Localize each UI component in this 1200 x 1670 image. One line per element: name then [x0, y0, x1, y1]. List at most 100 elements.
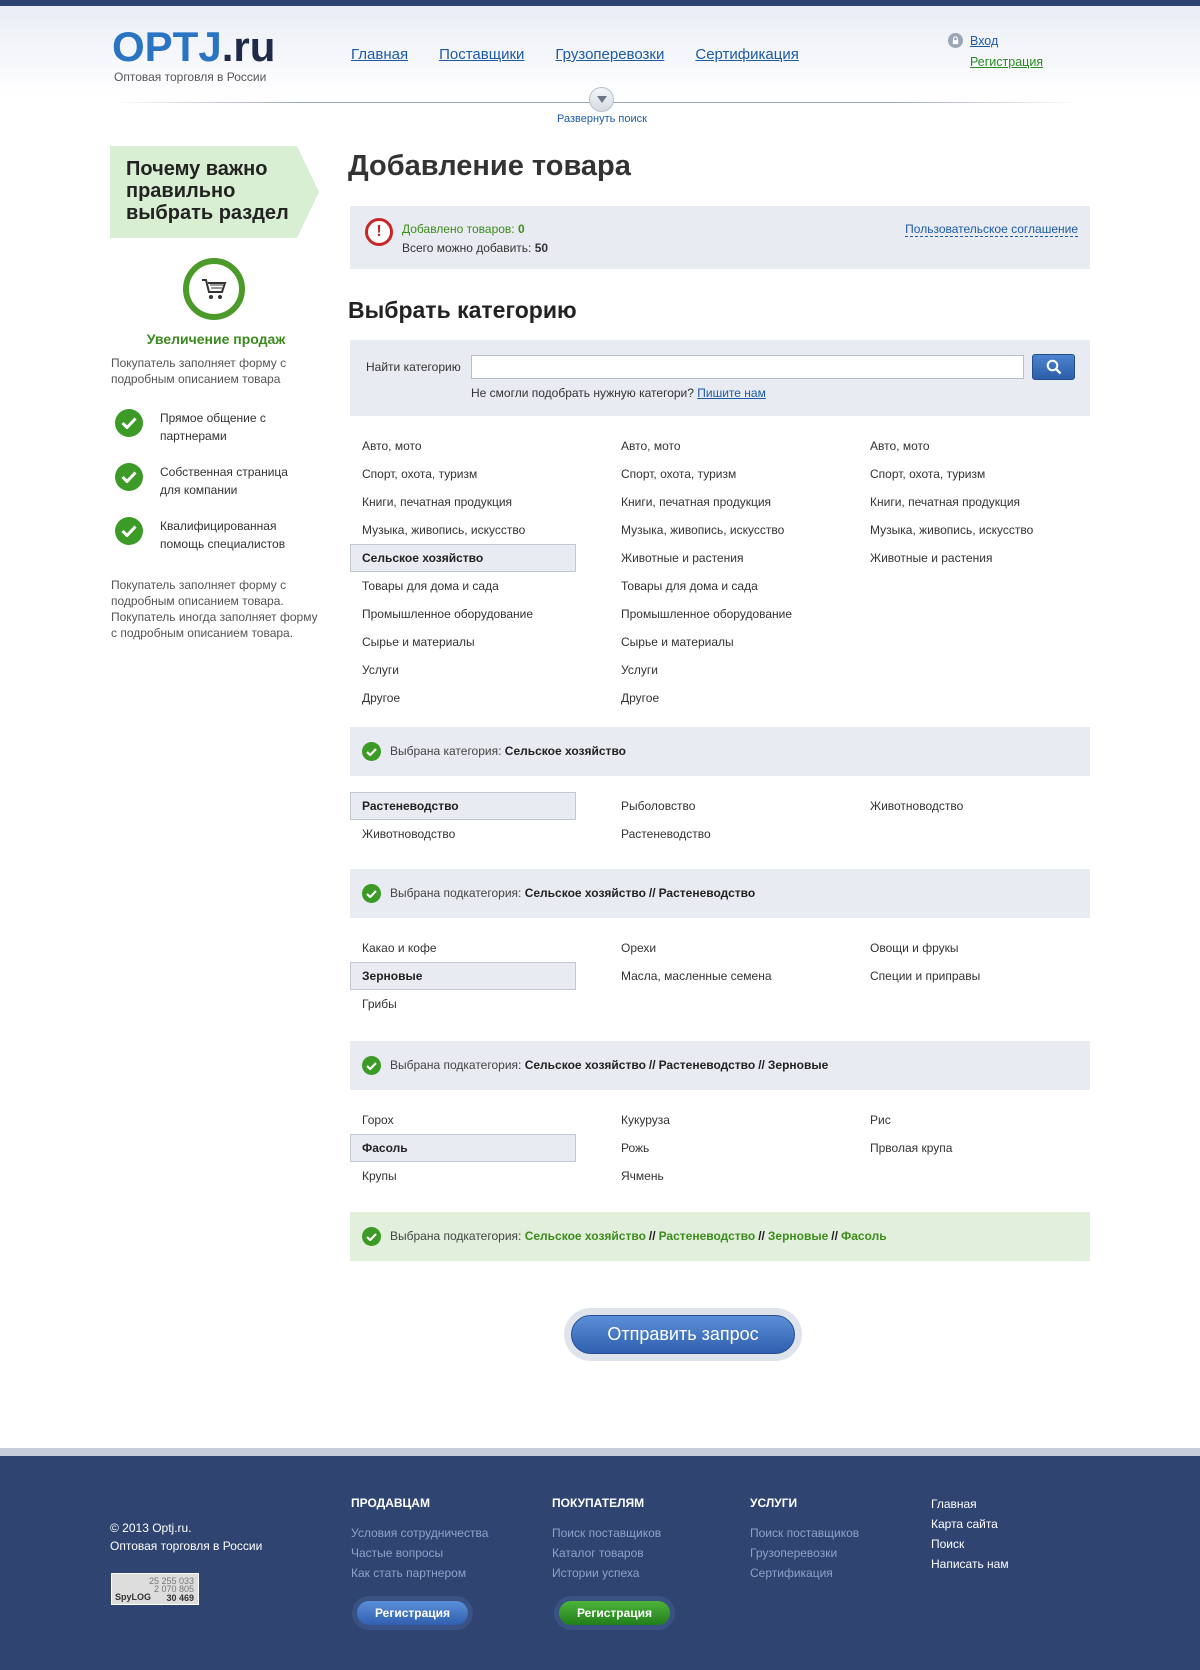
path-segment[interactable]: Растеневодство [659, 1229, 756, 1243]
footer-link[interactable]: Поиск поставщиков [750, 1523, 859, 1543]
category-item[interactable]: Рис [858, 1106, 1084, 1134]
category-item[interactable]: Зерновые [350, 962, 576, 990]
footer-link[interactable]: Каталог товаров [552, 1543, 661, 1563]
footer-link[interactable]: Как стать партнером [351, 1563, 488, 1583]
path-segment[interactable]: Фасоль [841, 1229, 887, 1243]
path-segment[interactable]: Зерновые [768, 1229, 828, 1243]
path-segment[interactable]: Сельское хозяйство [525, 886, 646, 900]
lock-icon [948, 33, 963, 48]
footer-link[interactable]: Частые вопросы [351, 1543, 488, 1563]
search-hint: Не смогли подобрать нужную категори? Пиш… [471, 386, 766, 400]
category-item[interactable]: Фасоль [350, 1134, 576, 1162]
footer-home-link[interactable]: Главная [931, 1494, 1009, 1514]
category-item[interactable]: Авто, мото [609, 432, 835, 460]
category-item[interactable]: Растеневодство [609, 820, 835, 848]
category-item[interactable]: Услуги [609, 656, 835, 684]
visit-counter[interactable]: SpyLOG 25 255 033 2 070 805 30 469 [111, 1573, 199, 1605]
category-item[interactable]: Рожь [609, 1134, 835, 1162]
category-item[interactable]: Книги, печатная продукция [350, 488, 576, 516]
category-item[interactable]: Прволая крупа [858, 1134, 1084, 1162]
subcategory-column-1: Растеневодство Животноводство [350, 792, 576, 848]
category-item[interactable]: Ячмень [609, 1162, 835, 1190]
feature-item: Собственная страница для компании [115, 463, 300, 499]
category-item[interactable]: Промышленное оборудование [350, 600, 576, 628]
chosen-category-bar: Выбрана категория: Сельское хозяйство [350, 727, 1090, 776]
submit-request-button[interactable]: Отправить запрос [571, 1315, 795, 1354]
sales-title: Увеличение продаж [146, 331, 286, 347]
category-item[interactable]: Авто, мото [350, 432, 576, 460]
category-item[interactable]: Грибы [350, 990, 576, 1018]
category-item[interactable]: Овощи и фрукы [858, 934, 1084, 962]
write-us-link[interactable]: Пишите нам [697, 386, 766, 400]
sellers-register-button[interactable]: Регистрация [357, 1601, 468, 1625]
category-item[interactable]: Книги, печатная продукция [609, 488, 835, 516]
feature-item: Прямое общение с партнерами [115, 409, 300, 445]
category-item[interactable]: Кукуруза [609, 1106, 835, 1134]
category-item[interactable]: Музыка, живопись, искусство [350, 516, 576, 544]
search-button[interactable] [1032, 354, 1075, 380]
path-segment[interactable]: Сельское хозяйство [505, 744, 626, 758]
category-item[interactable]: Животные и растения [609, 544, 835, 572]
nav-home[interactable]: Главная [351, 46, 408, 63]
category-item[interactable]: Другое [350, 684, 576, 712]
category-item[interactable]: Музыка, живопись, искусство [858, 516, 1084, 544]
category-item[interactable]: Спорт, охота, туризм [858, 460, 1084, 488]
check-icon [362, 742, 381, 761]
category-item[interactable]: Другое [609, 684, 835, 712]
path-segment[interactable]: Растеневодство [659, 1058, 756, 1072]
category-item[interactable]: Книги, печатная продукция [858, 488, 1084, 516]
category-item[interactable]: Рыболовство [609, 792, 835, 820]
category-item[interactable]: Масла, масленные семена [609, 962, 835, 990]
category-item[interactable]: Музыка, живопись, искусство [609, 516, 835, 544]
category-item[interactable]: Сельское хозяйство [350, 544, 576, 572]
category-item[interactable]: Растеневодство [350, 792, 576, 820]
buyers-register-button[interactable]: Регистрация [559, 1601, 670, 1625]
category-item[interactable]: Авто, мото [858, 432, 1084, 460]
chevron-down-icon [596, 96, 607, 103]
category-item[interactable]: Товары для дома и сада [609, 572, 835, 600]
category-item[interactable]: Какао и кофе [350, 934, 576, 962]
category-item[interactable]: Крупы [350, 1162, 576, 1190]
logo[interactable]: OPTJ.ru Оптовая торговля в России [112, 26, 275, 85]
category-item[interactable]: Специи и приправы [858, 962, 1084, 990]
category-search-input[interactable] [471, 355, 1024, 379]
footer-link[interactable]: Поиск поставщиков [552, 1523, 661, 1543]
footer-link[interactable]: Условия сотрудничества [351, 1523, 488, 1543]
sidebar-footer-text: Покупатель заполняет форму с подробным о… [111, 578, 318, 640]
category-item[interactable]: Сырье и материалы [350, 628, 576, 656]
footer-link[interactable]: Сертификация [750, 1563, 859, 1583]
logo-subtitle: Оптовая торговля в России [114, 70, 267, 84]
path-segment[interactable]: Сельское хозяйство [525, 1229, 646, 1243]
login-link[interactable]: Вход [970, 34, 998, 48]
subcategory-column-3: Овощи и фрукы Специи и приправы [858, 934, 1084, 990]
info-box: ! Добавлено товаров: 0 Всего можно добав… [350, 206, 1090, 269]
category-item[interactable]: Промышленное оборудование [609, 600, 835, 628]
expand-search-button[interactable] [589, 87, 614, 112]
nav-freight[interactable]: Грузоперевозки [555, 46, 664, 63]
path-segment[interactable]: Сельское хозяйство [525, 1058, 646, 1072]
category-item[interactable]: Орехи [609, 934, 835, 962]
footer-link[interactable]: Истории успеха [552, 1563, 661, 1583]
chosen-subcategory-bar: Выбрана подкатегория: Сельское хозяйство… [350, 869, 1090, 918]
nav-certification[interactable]: Сертификация [695, 46, 798, 63]
category-item[interactable]: Горох [350, 1106, 576, 1134]
category-item[interactable]: Спорт, охота, туризм [609, 460, 835, 488]
footer-contact-link[interactable]: Написать нам [931, 1554, 1009, 1574]
expand-search-label[interactable]: Развернуть поиск [520, 113, 684, 125]
path-segment[interactable]: Растеневодство [659, 886, 756, 900]
category-item[interactable]: Животноводство [858, 792, 1084, 820]
cart-icon [183, 258, 245, 320]
category-item[interactable]: Спорт, охота, туризм [350, 460, 576, 488]
footer-search-link[interactable]: Поиск [931, 1534, 1009, 1554]
path-segment[interactable]: Зерновые [768, 1058, 828, 1072]
category-item[interactable]: Животноводство [350, 820, 576, 848]
category-item[interactable]: Сырье и материалы [609, 628, 835, 656]
register-link[interactable]: Регистрация [970, 55, 1043, 69]
nav-suppliers[interactable]: Поставщики [439, 46, 524, 63]
category-item[interactable]: Товары для дома и сада [350, 572, 576, 600]
user-agreement-link[interactable]: Пользовательское соглашение [905, 222, 1078, 237]
footer-sitemap-link[interactable]: Карта сайта [931, 1514, 1009, 1534]
category-item[interactable]: Животные и растения [858, 544, 1084, 572]
category-item[interactable]: Услуги [350, 656, 576, 684]
footer-link[interactable]: Грузоперевозки [750, 1543, 859, 1563]
